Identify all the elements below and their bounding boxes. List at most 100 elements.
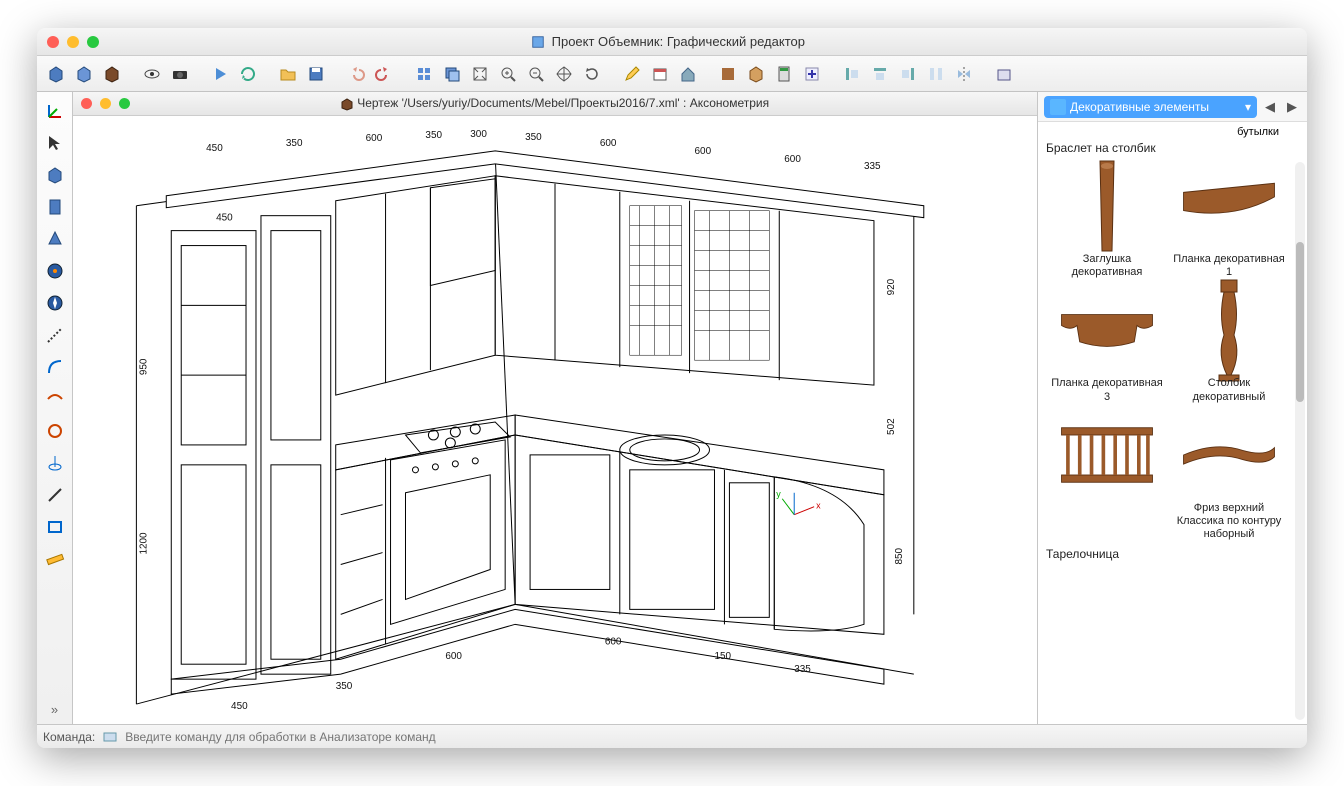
category-label: Тарелочница	[1046, 544, 1299, 564]
layers-icon[interactable]	[439, 61, 465, 87]
assembly-icon[interactable]	[743, 61, 769, 87]
library-items: бутылки Браслет на столбик Заглушка деко…	[1038, 122, 1307, 724]
box-tool-icon[interactable]	[42, 162, 68, 188]
command-bar: Команда:	[37, 724, 1307, 748]
svg-text:y: y	[776, 489, 781, 499]
cube-view-2-icon[interactable]	[71, 61, 97, 87]
drawing-canvas[interactable]: 450 350 600 350 300 350 600 600 600 335 …	[73, 116, 1037, 724]
compass2-tool-icon[interactable]	[42, 290, 68, 316]
svg-text:600: 600	[695, 146, 712, 157]
plus-icon[interactable]	[799, 61, 825, 87]
close-button[interactable]	[47, 36, 59, 48]
app-title: Проект Объемник: Графический редактор	[107, 34, 1229, 50]
align-right-icon[interactable]	[895, 61, 921, 87]
document-title: Чертеж '/Users/yuriy/Documents/Mebel/Про…	[138, 96, 971, 111]
align-left-icon[interactable]	[839, 61, 865, 87]
cube-wood-icon[interactable]	[99, 61, 125, 87]
document-titlebar: Чертеж '/Users/yuriy/Documents/Mebel/Про…	[73, 92, 1037, 116]
pencil-icon[interactable]	[619, 61, 645, 87]
zoom-out-icon[interactable]	[523, 61, 549, 87]
svg-text:850: 850	[894, 547, 905, 564]
svg-text:350: 350	[425, 130, 442, 141]
zoom-in-icon[interactable]	[495, 61, 521, 87]
svg-text:600: 600	[784, 154, 801, 165]
nav-next-icon[interactable]: ▶	[1283, 98, 1301, 116]
svg-text:600: 600	[366, 133, 383, 144]
app-window: Проект Объемник: Графический редактор	[37, 28, 1307, 748]
kitchen-drawing: 450 350 600 350 300 350 600 600 600 335 …	[73, 116, 1037, 724]
svg-text:920: 920	[886, 278, 897, 295]
command-icon	[103, 730, 117, 744]
distribute-icon[interactable]	[923, 61, 949, 87]
library-item[interactable]: Планка декоративная 3	[1048, 285, 1166, 403]
undo-icon[interactable]	[343, 61, 369, 87]
command-label: Команда:	[43, 730, 95, 744]
line-tool-icon[interactable]	[42, 482, 68, 508]
align-top-icon[interactable]	[867, 61, 893, 87]
pan-icon[interactable]	[551, 61, 577, 87]
zoom-button[interactable]	[87, 36, 99, 48]
main-titlebar: Проект Объемник: Графический редактор	[37, 28, 1307, 56]
panel-tool-icon[interactable]	[42, 194, 68, 220]
fit-screen-icon[interactable]	[467, 61, 493, 87]
export-icon[interactable]	[991, 61, 1017, 87]
cone-tool-icon[interactable]	[42, 226, 68, 252]
edge-tool-icon[interactable]	[42, 322, 68, 348]
content-area: » Чертеж '/Users/yuriy/Documents/Mebel/П…	[37, 92, 1307, 724]
expand-toolbar-icon[interactable]: »	[42, 700, 68, 718]
svg-text:450: 450	[231, 701, 248, 712]
doc-minimize-button[interactable]	[100, 98, 111, 109]
minimize-button[interactable]	[67, 36, 79, 48]
window-controls	[47, 36, 99, 48]
svg-text:450: 450	[216, 213, 233, 224]
save-icon[interactable]	[303, 61, 329, 87]
calculator-icon[interactable]	[771, 61, 797, 87]
house-icon[interactable]	[675, 61, 701, 87]
svg-text:335: 335	[864, 161, 881, 172]
category-select[interactable]: Декоративные элементы ▾	[1044, 96, 1257, 118]
nav-prev-icon[interactable]: ◀	[1261, 98, 1279, 116]
rect-tool-icon[interactable]	[42, 514, 68, 540]
left-toolbar: »	[37, 92, 73, 724]
revolve-tool-icon[interactable]	[42, 450, 68, 476]
svg-text:600: 600	[445, 651, 462, 662]
redo-icon[interactable]	[371, 61, 397, 87]
folder-icon	[1050, 99, 1066, 115]
document-area: Чертеж '/Users/yuriy/Documents/Mebel/Про…	[73, 92, 1037, 724]
camera-icon[interactable]	[167, 61, 193, 87]
arc2-tool-icon[interactable]	[42, 386, 68, 412]
play-icon[interactable]	[207, 61, 233, 87]
library-item[interactable]: Фриз верхний Классика по контуру наборны…	[1170, 410, 1288, 542]
axis-tool-icon[interactable]	[42, 98, 68, 124]
pointer-tool-icon[interactable]	[42, 130, 68, 156]
scrollbar[interactable]	[1295, 162, 1305, 720]
library-item[interactable]: Планка декоративная 1	[1170, 161, 1288, 279]
library-item[interactable]: Столбик декоративный	[1170, 285, 1288, 403]
grid-icon[interactable]	[411, 61, 437, 87]
svg-text:600: 600	[600, 138, 617, 149]
open-icon[interactable]	[275, 61, 301, 87]
circle-tool-icon[interactable]	[42, 418, 68, 444]
svg-text:300: 300	[470, 129, 487, 140]
materials-icon[interactable]	[715, 61, 741, 87]
doc-close-button[interactable]	[81, 98, 92, 109]
svg-text:600: 600	[605, 636, 622, 647]
doc-zoom-button[interactable]	[119, 98, 130, 109]
refresh-icon[interactable]	[235, 61, 261, 87]
library-item[interactable]: Заглушка декоративная	[1048, 161, 1166, 279]
library-item[interactable]	[1048, 410, 1166, 542]
svg-text:950: 950	[138, 358, 149, 375]
measure-tool-icon[interactable]	[42, 546, 68, 572]
cube-view-1-icon[interactable]	[43, 61, 69, 87]
rotate-icon[interactable]	[579, 61, 605, 87]
doc-window-controls	[81, 98, 130, 109]
svg-text:150: 150	[714, 651, 731, 662]
mirror-icon[interactable]	[951, 61, 977, 87]
calendar-icon[interactable]	[647, 61, 673, 87]
eye-icon[interactable]	[139, 61, 165, 87]
arc-tool-icon[interactable]	[42, 354, 68, 380]
compass-tool-icon[interactable]	[42, 258, 68, 284]
top-clip-label: бутылки	[1046, 126, 1299, 138]
command-input[interactable]	[125, 728, 1301, 746]
svg-text:350: 350	[336, 681, 353, 692]
